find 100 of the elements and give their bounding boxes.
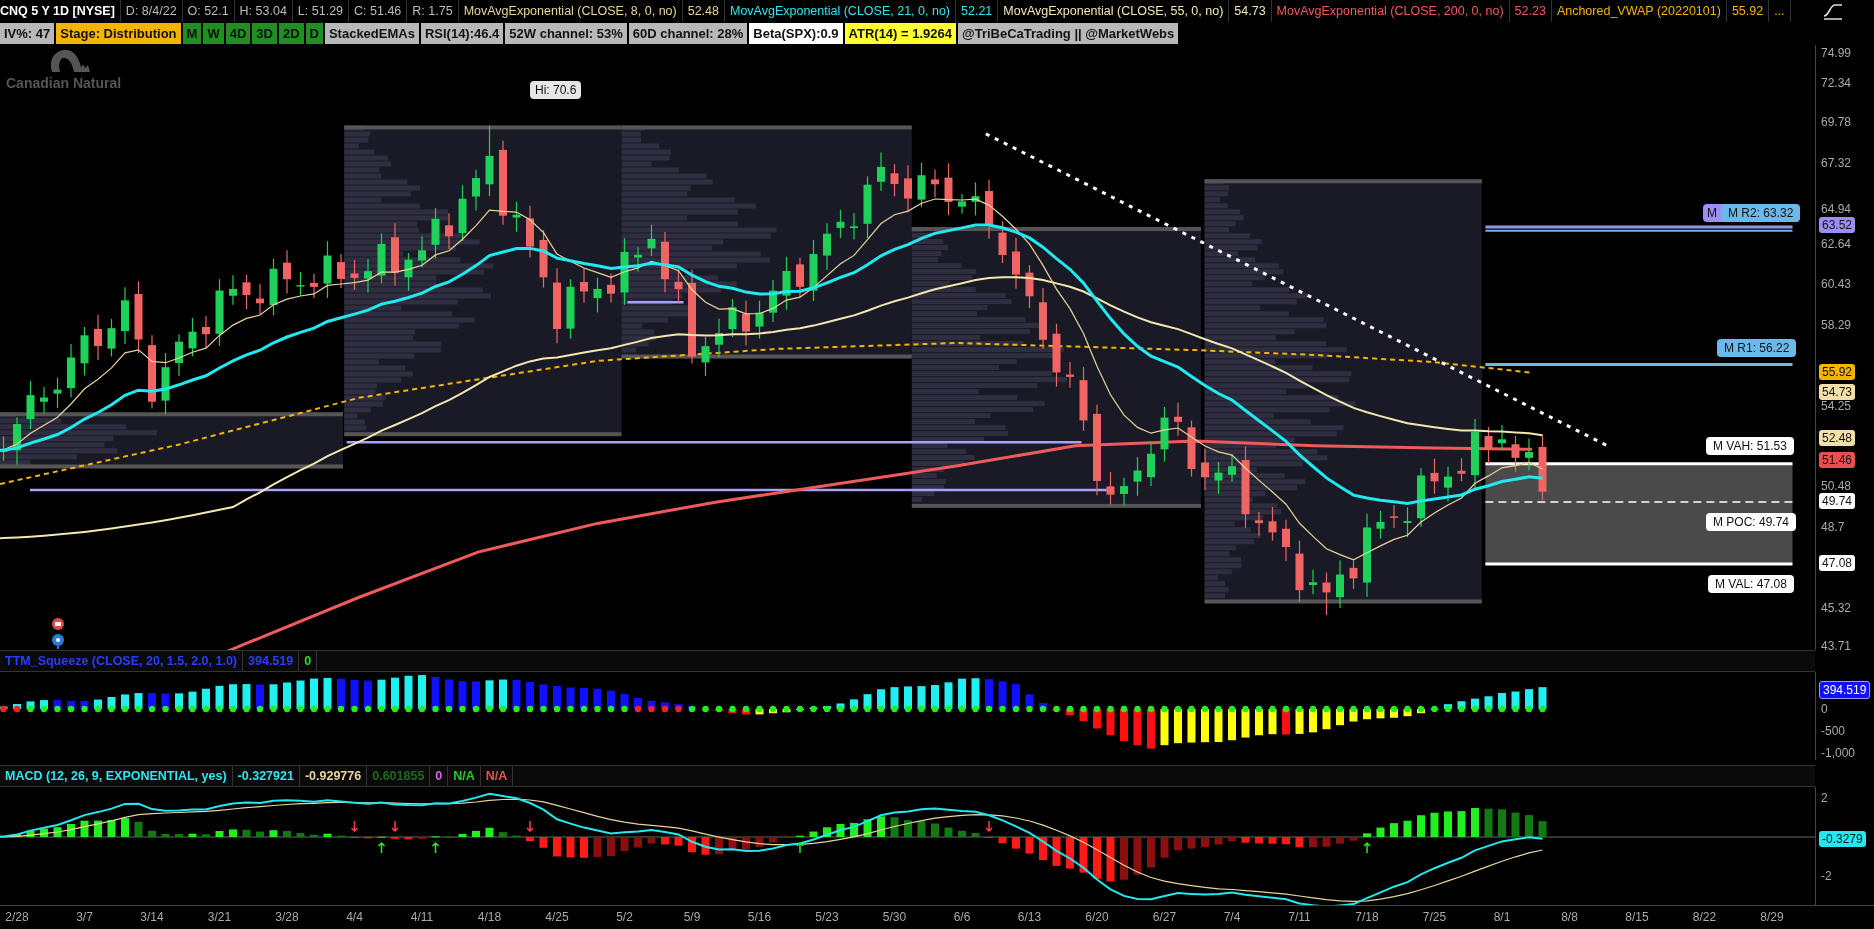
study-badge: 52W channel: 53% [505,23,627,44]
price-axis-label: 60.43 [1821,276,1852,292]
indicator-axis-label: -2 [1821,868,1832,884]
date-axis-label: 8/8 [1561,910,1578,924]
indicator-label: MACD (12, 26, 9, EXPONENTIAL, yes) [0,766,233,786]
indicator-axis-label: -1,000 [1821,745,1856,760]
date-axis-label: 7/4 [1223,910,1241,924]
price-axis-label: 43.71 [1821,638,1852,650]
level-label: M R2: 63.32 [1721,204,1801,222]
date-axis-label: 6/13 [1017,910,1042,924]
date-axis-label: 8/29 [1760,910,1784,924]
date-axis-label: 6/20 [1085,910,1109,924]
level-label: M R1: 56.22 [1717,339,1797,357]
price-axis-label: 45.32 [1821,600,1852,616]
indicator-value-tag: 394.519 [1819,681,1871,699]
level-label: M VAH: 51.53 [1706,437,1794,455]
study-value: 54.73 [1229,0,1272,22]
indicator-label: 394.519 [243,651,300,671]
study-badge: IV%: 47 [0,23,55,44]
study-badge: @TriBeCaTrading || @MarketWebs [958,23,1179,44]
date-axis-label: 4/18 [477,910,502,924]
symbol-label: CNQ 5 Y 1D [NYSE] [0,0,121,22]
date-axis-label: 7/25 [1422,910,1447,924]
study-badge: ATR(14) = 1.9264 [844,23,956,44]
study-badge: 60D channel: 28% [628,23,748,44]
indicator-axis-label: 0 [1821,701,1828,717]
price-axis-label: 58.29 [1821,317,1852,333]
more-studies-button[interactable]: ... [1769,0,1791,22]
date-axis-label: 6/27 [1152,910,1177,924]
date-axis-label: 2/28 [5,910,29,924]
date-axis-label: 7/18 [1355,910,1379,924]
study-value: 52.48 [682,0,725,22]
price-axis-label: 64.94 [1821,201,1852,217]
study-label: MovAvgExponential (CLOSE, 55, 0, no) [998,0,1230,22]
date-axis-label: 3/21 [207,910,232,924]
study-badge: 3D [252,23,277,44]
date-axis-label: 3/7 [76,910,93,924]
indicator-label: TTM_Squeeze (CLOSE, 20, 1.5, 2.0, 1.0) [0,651,244,671]
date-axis-label: 5/23 [815,910,839,924]
price-tag: 52.48 [1819,430,1856,446]
price-tag: 49.74 [1819,493,1856,509]
study-badge: W [203,23,224,44]
date-axis-label: 5/9 [683,910,701,924]
indicator-label: 0 [430,766,449,786]
date-axis-label: 4/25 [545,910,569,924]
level-label: M VAL: 47.08 [1708,575,1794,593]
study-badge: Beta(SPX):0.9 [749,23,843,44]
price-axis-label: 54.25 [1821,398,1852,414]
study-badge: StackedEMAs [324,23,419,44]
quote-value: R: 1.75 [407,0,459,22]
date-axis-label: 8/1 [1493,910,1511,924]
indicator-label: 0.601855 [367,766,431,786]
date-axis-label: 5/16 [747,910,772,924]
indicator-axis-label: 2 [1821,790,1828,806]
study-badge: Stage: Distribution [56,23,181,44]
quote-value: C: 51.46 [349,0,408,22]
price-tag: 51.46 [1819,452,1856,468]
date-axis-label: 4/4 [346,910,363,924]
company-logo-text: Canadian Natural [6,75,122,91]
quote-value: L: 51.29 [292,0,350,22]
study-label: Anchored_VWAP (20220101) [1551,0,1727,22]
indicator-label: -0.929776 [299,766,368,786]
quote-value: O: 52.1 [182,0,235,22]
study-value: 52.23 [1509,0,1552,22]
study-label: MovAvgExponential (CLOSE, 200, 0, no) [1271,0,1510,22]
price-tag: 63.52 [1819,217,1856,233]
indicator-label: -0.327921 [232,766,300,786]
quote-value: H: 53.04 [234,0,293,22]
price-axis-label: 48.7 [1821,519,1845,535]
date-axis-label: 3/14 [140,910,164,924]
price-tag: 47.08 [1819,555,1856,571]
date-axis-label: 8/22 [1692,910,1717,924]
price-axis-label: 72.34 [1821,75,1852,91]
price-axis-label: 50.48 [1821,478,1852,494]
price-axis-label: 62.64 [1821,236,1852,252]
date-axis-label: 7/11 [1288,910,1311,924]
quote-value: D: 8/4/22 [120,0,183,22]
price-axis-label: 67.32 [1821,155,1852,171]
date-axis-label: 3/28 [275,910,299,924]
price-tag: 54.73 [1819,384,1856,400]
indicator-axis-label: -500 [1821,723,1846,739]
indicator-label: N/A [448,766,481,786]
date-axis-label: 6/6 [953,910,971,924]
date-axis-label: 5/30 [882,910,907,924]
level-label: M POC: 49.74 [1706,513,1797,531]
indicator-label: N/A [480,766,514,786]
study-badge: M [182,23,202,44]
high-price-callout: Hi: 70.6 [530,81,582,99]
study-badge: D [305,23,323,44]
price-axis-label: 74.99 [1821,45,1852,61]
price-tag: 55.92 [1819,364,1856,380]
study-badge: 2D [278,23,304,44]
study-label: MovAvgExponential (CLOSE, 21, 0, no) [725,0,956,22]
study-value: 55.92 [1726,0,1770,22]
indicator-label: 0 [299,651,318,671]
indicator-value-tag: -0.3279 [1819,831,1866,847]
date-axis-label: 8/15 [1625,910,1649,924]
date-axis-label: 4/11 [410,910,434,924]
price-axis-label: 69.78 [1821,114,1852,130]
study-label: MovAvgExponential (CLOSE, 8, 0, no) [458,0,683,22]
